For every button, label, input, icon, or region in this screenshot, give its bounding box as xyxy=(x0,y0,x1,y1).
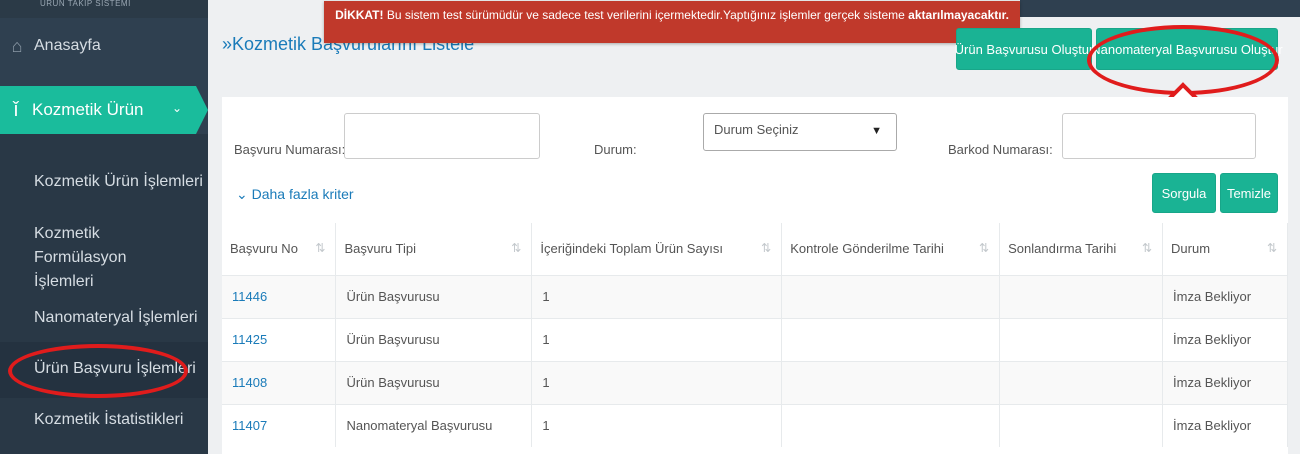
basvuru-tipi-cell: Ürün Başvurusu xyxy=(335,360,533,404)
sorgula-button[interactable]: Sorgula xyxy=(1152,173,1216,213)
sort-icon: ⇅ xyxy=(315,241,326,255)
urun-sayisi-cell: 1 xyxy=(531,403,783,447)
table-header-row: Başvuru No ⇅ Başvuru Tipi ⇅ İçeriğindeki T… xyxy=(222,223,1288,276)
column-header[interactable]: Sonlandırma Tarihi ⇅ xyxy=(999,223,1164,276)
durum-cell: İmza Bekliyor xyxy=(1162,403,1288,447)
sort-icon: ⇅ xyxy=(1266,241,1277,255)
urun-sayisi-cell: 1 xyxy=(531,360,783,404)
kontrol-tarihi-cell xyxy=(781,403,1001,447)
column-header[interactable]: Başvuru Tipi ⇅ xyxy=(335,223,533,276)
basvuru-numarasi-input[interactable] xyxy=(344,113,540,159)
warning-bold-end: aktarılmayacaktır. xyxy=(908,8,1009,22)
column-header[interactable]: İçeriğindeki Toplam Ürün Sayısı ⇅ xyxy=(531,223,783,276)
table-row[interactable]: 11446 Ürün Başvurusu 1 İmza Bekliyor xyxy=(222,274,1288,318)
table-row[interactable]: 11408 Ürün Başvurusu 1 İmza Bekliyor xyxy=(222,360,1288,404)
urun-basvurusu-olustur-button[interactable]: Ürün Başvurusu Oluştur xyxy=(955,28,1093,70)
home-icon: ⌂ xyxy=(11,35,23,56)
sort-icon: ⇅ xyxy=(979,241,990,255)
sidebar-item-kozmetik-urun[interactable]: ǐ Kozmetik Ürün ⌄ xyxy=(0,86,208,134)
basvuru-tipi-cell: Nanomateryal Başvurusu xyxy=(335,403,533,447)
sidebar: ÜRÜN TAKİP SİSTEMİ ⌂ Anasayfa ǐ Kozmetik… xyxy=(0,0,208,454)
table-row[interactable]: 11425 Ürün Başvurusu 1 İmza Bekliyor xyxy=(222,317,1288,361)
chevron-down-icon: ⌄ xyxy=(236,186,248,202)
urun-sayisi-cell: 1 xyxy=(531,274,783,318)
barkod-numarasi-label: Barkod Numarası: xyxy=(948,142,1053,157)
sidebar-item-label: Kozmetik Formülasyon İşlemleri xyxy=(34,225,127,290)
durum-select[interactable]: Durum Seçiniz ▼ xyxy=(703,113,897,151)
basvuru-no-link[interactable]: 11407 xyxy=(232,418,267,433)
basvuru-no-link[interactable]: 11408 xyxy=(232,375,267,390)
sidebar-item-label: Kozmetik Ürün İşlemleri xyxy=(34,173,203,190)
top-navbar xyxy=(1020,0,1300,17)
sort-icon: ⇅ xyxy=(761,241,772,255)
basvuru-numarasi-label: Başvuru Numarası: xyxy=(234,142,346,157)
sort-icon: ⇅ xyxy=(511,241,522,255)
sonlandirma-tarihi-cell xyxy=(999,403,1164,447)
sidebar-item-kozmetik-urun-islemleri[interactable]: Kozmetik Ürün İşlemleri xyxy=(0,170,208,194)
sidebar-item-label: Anasayfa xyxy=(34,37,101,54)
durum-cell: İmza Bekliyor xyxy=(1162,317,1288,361)
sonlandirma-tarihi-cell xyxy=(999,317,1164,361)
urun-sayisi-cell: 1 xyxy=(531,317,783,361)
cosmetic-icon: ǐ xyxy=(13,98,19,121)
sort-icon: ⇅ xyxy=(1141,241,1153,255)
sidebar-item-formulasyon-islemleri[interactable]: Kozmetik Formülasyon İşlemleri xyxy=(0,222,190,294)
durum-cell: İmza Bekliyor xyxy=(1162,274,1288,318)
basvuru-no-link[interactable]: 11446 xyxy=(232,289,267,304)
column-header[interactable]: Kontrole Gönderilme Tarihi ⇅ xyxy=(781,223,1001,276)
sidebar-item-label: Kozmetik Ürün xyxy=(32,100,144,119)
durum-selected-value: Durum Seçiniz xyxy=(714,122,799,137)
annotation-oval-sidebar xyxy=(8,344,188,398)
sonlandirma-tarihi-cell xyxy=(999,360,1164,404)
test-warning-banner: DİKKAT! Bu sistem test sürümüdür ve sade… xyxy=(324,1,1020,43)
sidebar-item-home[interactable]: ⌂ Anasayfa xyxy=(0,24,208,68)
applications-table: Başvuru No ⇅ Başvuru Tipi ⇅ İçeriğindeki T… xyxy=(222,223,1288,447)
sidebar-item-label: Kozmetik İstatistikleri xyxy=(34,411,184,428)
table-row[interactable]: 11407 Nanomateryal Başvurusu 1 İmza Bekl… xyxy=(222,403,1288,447)
durum-cell: İmza Bekliyor xyxy=(1162,360,1288,404)
warning-prefix: DİKKAT! xyxy=(335,8,384,22)
basvuru-tipi-cell: Ürün Başvurusu xyxy=(335,317,533,361)
warning-text: Bu sistem test sürümüdür ve sadece test … xyxy=(383,8,909,22)
sidebar-item-nanomateryal-islemleri[interactable]: Nanomateryal İşlemleri xyxy=(0,306,208,330)
more-criteria-link[interactable]: ⌄ Daha fazla kriter xyxy=(236,186,354,203)
kontrol-tarihi-cell xyxy=(781,317,1001,361)
chevron-down-icon: ⌄ xyxy=(171,101,182,115)
temizle-button[interactable]: Temizle xyxy=(1220,173,1278,213)
sonlandirma-tarihi-cell xyxy=(999,274,1164,318)
basvuru-tipi-cell: Ürün Başvurusu xyxy=(335,274,533,318)
kontrol-tarihi-cell xyxy=(781,360,1001,404)
sidebar-app-name: ÜRÜN TAKİP SİSTEMİ xyxy=(0,0,208,18)
basvuru-no-link[interactable]: 11425 xyxy=(232,332,267,347)
column-header[interactable]: Durum ⇅ xyxy=(1162,223,1288,276)
sidebar-item-label: Nanomateryal İşlemleri xyxy=(34,309,198,326)
column-header[interactable]: Başvuru No ⇅ xyxy=(222,223,337,276)
more-criteria-label: Daha fazla kriter xyxy=(251,186,354,202)
kontrol-tarihi-cell xyxy=(781,274,1001,318)
sidebar-item-istatistikler[interactable]: Kozmetik İstatistikleri xyxy=(0,408,208,432)
dropdown-caret-icon: ▼ xyxy=(871,125,882,137)
barkod-numarasi-input[interactable] xyxy=(1062,113,1256,159)
durum-label: Durum: xyxy=(594,142,637,157)
